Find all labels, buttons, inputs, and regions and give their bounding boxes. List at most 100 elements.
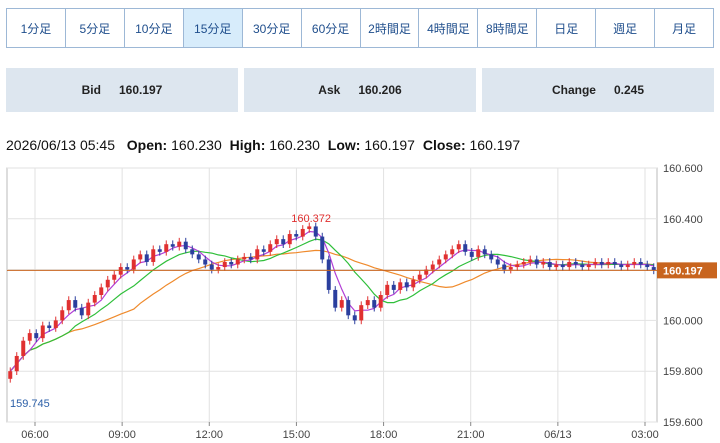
candle-body	[372, 300, 377, 308]
y-tick-label: 159.600	[663, 417, 703, 429]
x-tick-label: 09:00	[108, 429, 136, 441]
tab-timeframe[interactable]: 5分足	[65, 9, 125, 47]
candle-body	[508, 267, 513, 270]
candle-body	[287, 234, 292, 245]
candle-body	[365, 300, 370, 306]
candle-body	[131, 259, 136, 270]
ohlc-readout: 2026/06/13 05:45 Open: 160.230 High: 160…	[6, 137, 524, 153]
candle-body	[196, 254, 201, 260]
candle-body	[118, 267, 123, 275]
candle-body	[40, 325, 45, 339]
y-tick-label: 160.400	[663, 214, 703, 226]
candle-body	[92, 295, 97, 303]
candle-body	[352, 315, 357, 321]
candle-body	[294, 234, 299, 237]
x-tick-label: 15:00	[283, 429, 311, 441]
candle-body	[495, 259, 500, 265]
candle-body	[274, 239, 279, 245]
open-label: Open:	[126, 137, 168, 153]
candle-body	[573, 261, 578, 265]
candle-body	[534, 259, 539, 265]
candle-body	[268, 244, 273, 252]
candle-body	[333, 289, 338, 308]
tab-timeframe[interactable]: 15分足	[183, 9, 243, 47]
candle-body	[326, 259, 331, 290]
candle-body	[339, 300, 344, 308]
tab-timeframe[interactable]: 8時間足	[478, 9, 538, 47]
candle-body	[476, 249, 481, 257]
candle-body	[346, 300, 351, 316]
candle-body	[645, 264, 650, 268]
candle-body	[34, 333, 39, 339]
candle-body	[151, 249, 156, 262]
x-tick-label: 06:00	[21, 429, 49, 441]
candle-body	[437, 259, 442, 265]
change-label: Change	[551, 83, 596, 97]
high-value: 160.230	[269, 137, 320, 153]
candle-body	[443, 254, 448, 260]
current-price-label: 160.197	[663, 265, 703, 277]
candle-body	[144, 254, 149, 262]
candle-body	[391, 284, 396, 290]
price-chart[interactable]: 160.600160.400160.200160.000159.800159.6…	[0, 160, 720, 443]
ohlc-datetime: 2026/06/13 05:45	[6, 137, 115, 153]
candle-body	[170, 244, 175, 247]
candle-body	[625, 264, 630, 268]
candle-body	[222, 261, 227, 268]
candle-body	[209, 264, 214, 270]
candle-body	[456, 244, 461, 250]
candle-body	[417, 274, 422, 280]
tab-timeframe[interactable]: 10分足	[124, 9, 184, 47]
candle-body	[183, 241, 188, 250]
y-tick-label: 160.600	[663, 163, 703, 175]
bid-value: 160.197	[118, 83, 163, 97]
tab-timeframe[interactable]: 1分足	[7, 9, 66, 47]
change-value: 0.245	[613, 83, 645, 97]
candle-body	[190, 249, 195, 255]
candle-body	[463, 244, 468, 252]
tab-timeframe[interactable]: 30分足	[242, 9, 302, 47]
x-tick-label: 21:00	[457, 429, 485, 441]
open-value: 160.230	[171, 137, 222, 153]
x-tick-label: 06/13	[544, 429, 572, 441]
candle-body	[632, 261, 637, 265]
tab-timeframe[interactable]: 週足	[596, 9, 656, 47]
bid-box: Bid 160.197	[6, 68, 238, 112]
candle-body	[359, 305, 364, 321]
candle-body	[229, 261, 234, 265]
candle-body	[235, 259, 240, 265]
candle-body	[79, 307, 84, 316]
candle-body	[612, 261, 617, 265]
quote-bar: Bid 160.197 Ask 160.206 Change 0.245	[6, 68, 714, 112]
candle-body	[560, 264, 565, 268]
candle-body	[164, 244, 169, 252]
ask-label: Ask	[318, 83, 341, 97]
tab-timeframe[interactable]: 月足	[655, 9, 714, 47]
candle-body	[593, 261, 598, 265]
x-tick-label: 12:00	[196, 429, 224, 441]
candle-body	[66, 300, 71, 311]
candle-body	[125, 267, 130, 270]
candle-body	[554, 264, 559, 268]
candle-body	[99, 287, 104, 295]
tab-timeframe[interactable]: 4時間足	[419, 9, 479, 47]
candle-body	[157, 249, 162, 252]
low-annotation: 159.745	[10, 398, 50, 410]
candle-body	[47, 325, 52, 329]
candle-body	[255, 249, 260, 260]
candle-body	[404, 282, 409, 288]
low-label: Low:	[327, 137, 361, 153]
candle-body	[547, 261, 552, 268]
timeframe-tabs: 1分足 5分足 10分足 15分足 30分足 60分足 2時間足 4時間足 8時間足 日足 週足 月足	[6, 8, 714, 48]
candle-body	[586, 264, 591, 268]
y-tick-label: 159.800	[663, 366, 703, 378]
high-label: High:	[229, 137, 266, 153]
candle-body	[430, 264, 435, 270]
tab-timeframe[interactable]: 2時間足	[360, 9, 420, 47]
ask-value: 160.206	[358, 83, 402, 97]
tab-timeframe[interactable]: 日足	[537, 9, 597, 47]
candle-body	[567, 261, 572, 268]
tab-timeframe[interactable]: 60分足	[301, 9, 361, 47]
candle-body	[216, 267, 221, 270]
candle-body	[177, 241, 182, 247]
